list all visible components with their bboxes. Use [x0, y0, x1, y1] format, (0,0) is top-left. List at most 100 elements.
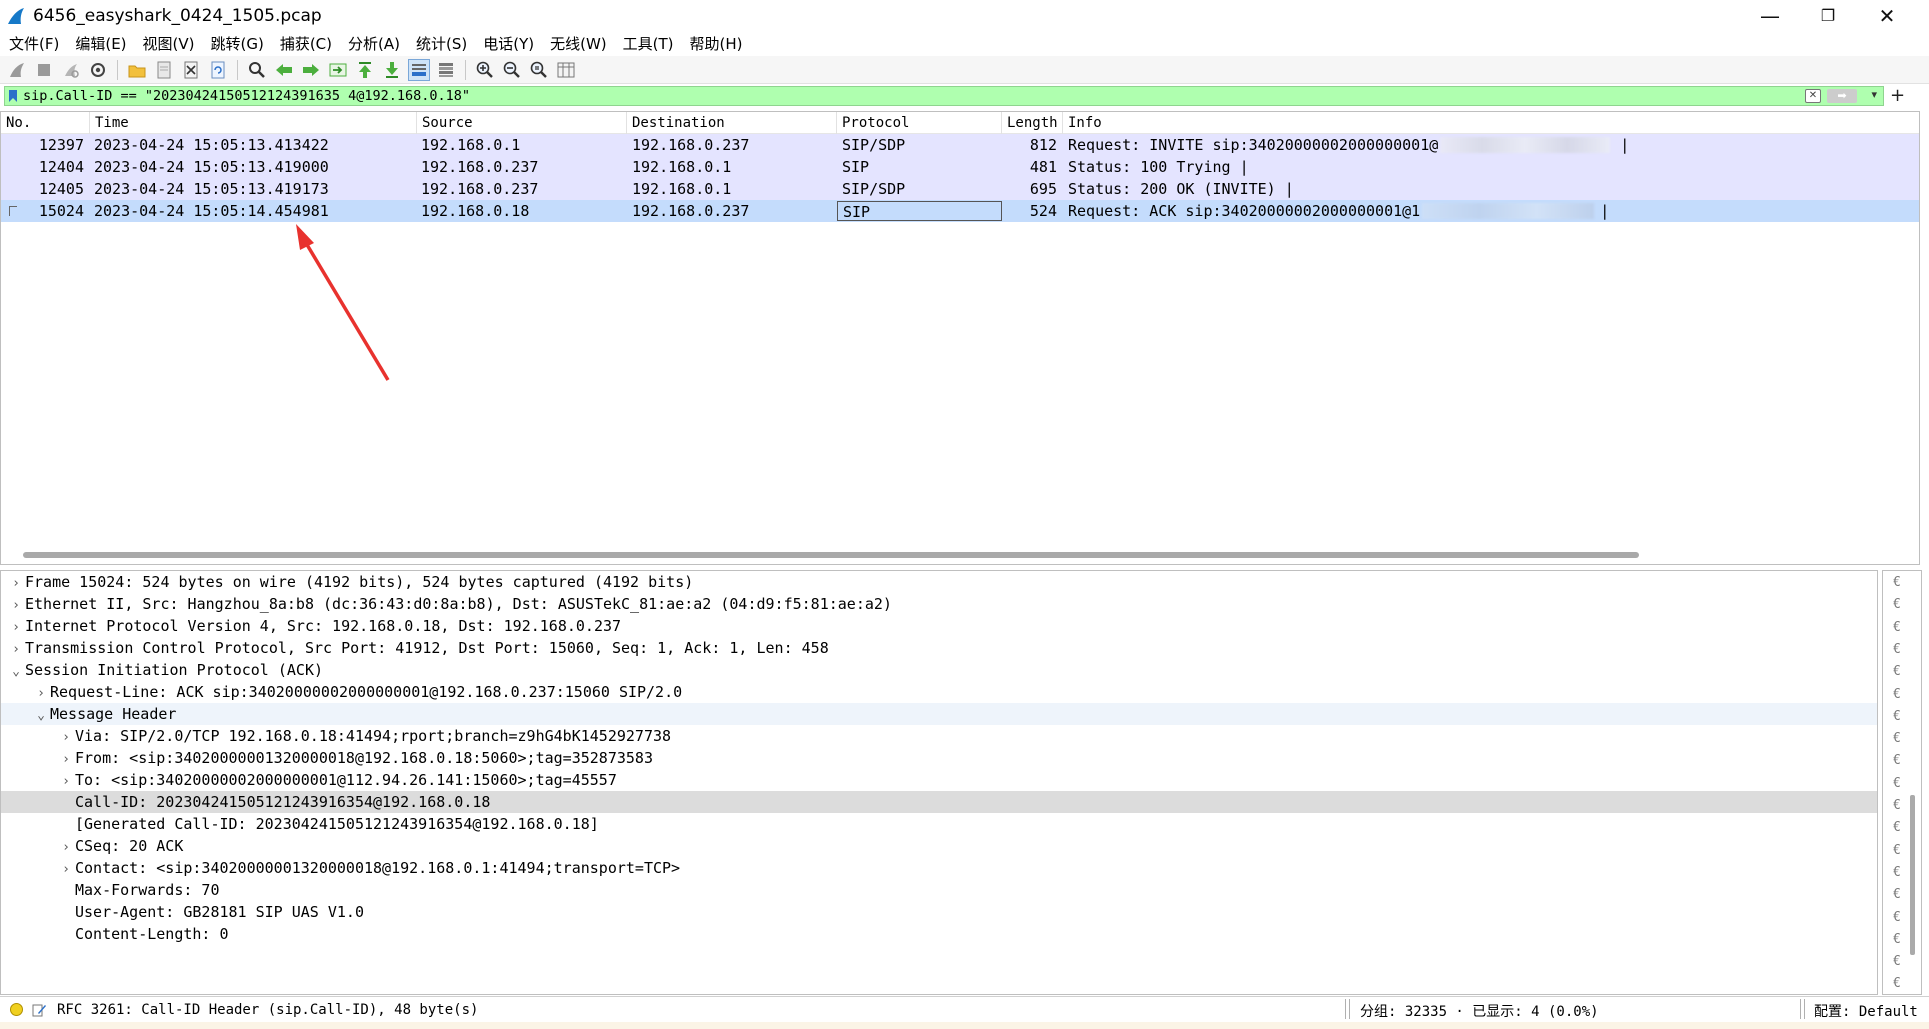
- expand-chevron-icon[interactable]: ›: [59, 727, 73, 749]
- close-file-icon[interactable]: [180, 59, 202, 81]
- expand-chevron-icon[interactable]: ›: [9, 573, 23, 595]
- expand-chevron-icon[interactable]: ›: [59, 859, 73, 881]
- expand-chevron-icon[interactable]: ›: [9, 595, 23, 617]
- packet-list-horizontal-scrollbar[interactable]: [23, 552, 1639, 558]
- packet-row[interactable]: 12397 2023-04-24 15:05:13.413422 192.168…: [1, 134, 1919, 156]
- collapse-chevron-icon[interactable]: ⌄: [34, 705, 48, 727]
- menu-capture[interactable]: 捕获(C): [272, 33, 340, 54]
- menu-file[interactable]: 文件(F): [0, 33, 67, 54]
- find-packet-icon[interactable]: [246, 59, 268, 81]
- column-header-no[interactable]: No.: [1, 112, 90, 134]
- capture-options-icon[interactable]: [87, 59, 109, 81]
- detail-tree-item[interactable]: › Frame 15024: 524 bytes on wire (4192 bi…: [1, 571, 1877, 593]
- detail-tree-item[interactable]: › Via: SIP/2.0/TCP 192.168.0.18:41494;rpo…: [1, 725, 1877, 747]
- go-last-packet-icon[interactable]: [381, 59, 403, 81]
- detail-tree-item[interactable]: ⌄ Message Header: [1, 703, 1877, 725]
- detail-tree-item[interactable]: › Contact: <sip:34020000001320000018@192.…: [1, 857, 1877, 879]
- packet-row[interactable]: 12405 2023-04-24 15:05:13.419173 192.168…: [1, 178, 1919, 200]
- detail-tree-item[interactable]: [Generated Call-ID: 20230424150512124391…: [1, 813, 1877, 835]
- toolbar-separator: [237, 59, 238, 80]
- clear-filter-icon[interactable]: ✕: [1805, 89, 1821, 103]
- detail-tree-item[interactable]: Max-Forwards: 70: [1, 879, 1877, 901]
- zoom-in-icon[interactable]: [474, 59, 496, 81]
- menu-wireless[interactable]: 无线(W): [542, 33, 615, 54]
- bytes-glyph: €: [1893, 686, 1901, 702]
- expand-chevron-icon[interactable]: ›: [9, 639, 23, 661]
- detail-tree-item[interactable]: › Internet Protocol Version 4, Src: 192.1…: [1, 615, 1877, 637]
- detail-text: [Generated Call-ID: 20230424150512124391…: [75, 815, 599, 833]
- zoom-normal-icon[interactable]: [528, 59, 550, 81]
- detail-tree-item[interactable]: › CSeq: 20 ACK: [1, 835, 1877, 857]
- packet-length: 812: [1029, 136, 1057, 154]
- add-filter-button[interactable]: +: [1890, 85, 1905, 106]
- menu-go[interactable]: 跳转(G): [203, 33, 272, 54]
- go-forward-icon[interactable]: [300, 59, 322, 81]
- open-folder-icon[interactable]: [126, 59, 148, 81]
- capture-comment-icon[interactable]: [31, 1002, 47, 1018]
- main-toolbar: [0, 56, 1929, 84]
- column-header-source[interactable]: Source: [417, 112, 627, 134]
- maximize-button[interactable]: ❐: [1799, 0, 1857, 31]
- stop-capture-icon[interactable]: [33, 59, 55, 81]
- apply-filter-icon[interactable]: ➡: [1827, 89, 1857, 103]
- column-header-length[interactable]: Length: [1002, 112, 1063, 134]
- menu-view[interactable]: 视图(V): [135, 33, 203, 54]
- expand-chevron-icon[interactable]: ›: [9, 617, 23, 639]
- detail-tree-item[interactable]: › Transmission Control Protocol, Src Port…: [1, 637, 1877, 659]
- go-first-packet-icon[interactable]: [354, 59, 376, 81]
- reload-file-icon[interactable]: [207, 59, 229, 81]
- column-header-destination[interactable]: Destination: [627, 112, 837, 134]
- detail-tree-item[interactable]: Call-ID: 202304241505121243916354@192.16…: [1, 791, 1877, 813]
- menu-analyze[interactable]: 分析(A): [340, 33, 408, 54]
- detail-tree-item[interactable]: › To: <sip:34020000002000000001@112.94.26…: [1, 769, 1877, 791]
- expert-info-icon[interactable]: [10, 1003, 23, 1016]
- packet-info-text: Request: ACK sip:34020000002000000001@1: [1068, 202, 1421, 220]
- zoom-out-icon[interactable]: [501, 59, 523, 81]
- detail-tree-item[interactable]: User-Agent: GB28181 SIP UAS V1.0: [1, 901, 1877, 923]
- detail-tree-item[interactable]: › Ethernet II, Src: Hangzhou_8a:b8 (dc:36…: [1, 593, 1877, 615]
- menu-statistics[interactable]: 统计(S): [408, 33, 475, 54]
- packet-row[interactable]: 12404 2023-04-24 15:05:13.419000 192.168…: [1, 156, 1919, 178]
- detail-text: Message Header: [50, 705, 177, 723]
- related-packet-marker-icon: [9, 206, 17, 216]
- packet-row-selected[interactable]: 15024 2023-04-24 15:05:14.454981 192.168…: [1, 200, 1919, 222]
- packet-bytes-scrollbar[interactable]: [1910, 795, 1915, 955]
- expand-chevron-icon[interactable]: ›: [59, 837, 73, 859]
- go-to-packet-icon[interactable]: [327, 59, 349, 81]
- column-header-info[interactable]: Info: [1063, 112, 1919, 134]
- filter-bookmark-icon[interactable]: [5, 87, 21, 105]
- go-back-icon[interactable]: [273, 59, 295, 81]
- detail-tree-item[interactable]: › Request-Line: ACK sip:34020000002000000…: [1, 681, 1877, 703]
- start-capture-icon[interactable]: [6, 59, 28, 81]
- detail-tree-item[interactable]: ⌄ Session Initiation Protocol (ACK): [1, 659, 1877, 681]
- bytes-glyph: €: [1893, 619, 1901, 635]
- menu-tools[interactable]: 工具(T): [615, 33, 682, 54]
- collapse-chevron-icon[interactable]: ⌄: [9, 661, 23, 683]
- auto-scroll-icon[interactable]: [408, 58, 430, 81]
- menu-edit[interactable]: 编辑(E): [67, 33, 134, 54]
- profile-status[interactable]: 配置: Default: [1814, 1001, 1918, 1021]
- column-header-time[interactable]: Time: [90, 112, 417, 134]
- expand-chevron-icon[interactable]: ›: [34, 683, 48, 705]
- detail-tree-item[interactable]: Content-Length: 0: [1, 923, 1877, 945]
- menu-telephony[interactable]: 电话(Y): [475, 33, 542, 54]
- menu-bar: 文件(F) 编辑(E) 视图(V) 跳转(G) 捕获(C) 分析(A) 统计(S…: [0, 31, 1929, 55]
- save-file-icon[interactable]: [153, 59, 175, 81]
- detail-tree-item[interactable]: › From: <sip:34020000001320000018@192.168…: [1, 747, 1877, 769]
- close-button[interactable]: ✕: [1858, 0, 1916, 31]
- resize-columns-icon[interactable]: [555, 59, 577, 81]
- display-filter-input[interactable]: [21, 87, 1821, 105]
- bytes-glyph: €: [1893, 731, 1901, 747]
- restart-capture-icon[interactable]: [60, 59, 82, 81]
- colorize-icon[interactable]: [435, 59, 457, 81]
- filter-history-dropdown-icon[interactable]: ▾: [1871, 88, 1877, 101]
- detail-text: Call-ID: 202304241505121243916354@192.16…: [75, 793, 491, 811]
- detail-text: Frame 15024: 524 bytes on wire (4192 bit…: [25, 573, 694, 591]
- status-separator: [1349, 999, 1350, 1019]
- expand-chevron-icon[interactable]: ›: [59, 749, 73, 771]
- menu-help[interactable]: 帮助(H): [682, 33, 751, 54]
- expand-chevron-icon[interactable]: ›: [59, 771, 73, 793]
- column-header-protocol[interactable]: Protocol: [837, 112, 1002, 134]
- minimize-button[interactable]: —: [1741, 0, 1799, 31]
- packet-destination: 192.168.0.1: [632, 180, 732, 198]
